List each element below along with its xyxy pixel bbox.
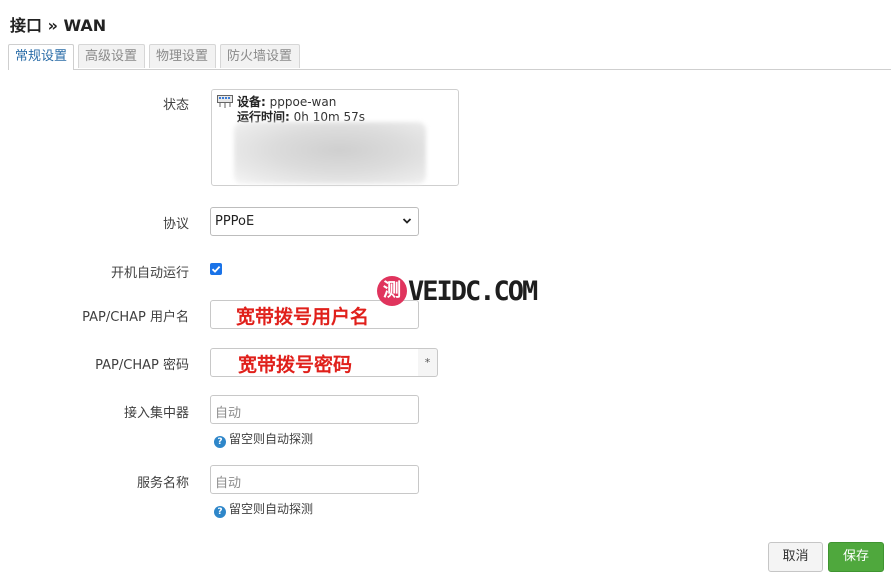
status-box: 设备: pppoe-wan 运行时间: 0h 10m 57s <box>211 89 459 186</box>
checkmark-icon <box>211 265 221 273</box>
protocol-selected-value: PPPoE <box>215 214 255 229</box>
service-input[interactable]: 自动 <box>210 465 419 494</box>
help-icon: ? <box>214 436 226 448</box>
service-hint: ? 留空则自动探测 <box>214 500 313 518</box>
password-reveal-button[interactable]: * <box>418 348 438 377</box>
service-placeholder: 自动 <box>215 476 242 491</box>
password-label: PAP/CHAP 密码 <box>95 358 189 373</box>
concentrator-input[interactable]: 自动 <box>210 395 419 424</box>
tab-advanced[interactable]: 高级设置 <box>78 44 145 68</box>
help-icon: ? <box>214 506 226 518</box>
status-device-value: pppoe-wan <box>269 95 337 109</box>
concentrator-hint: ? 留空则自动探测 <box>214 430 313 448</box>
username-overlay-text: 宽带拨号用户名 <box>236 306 370 328</box>
watermark-badge: 测 <box>377 276 407 306</box>
save-button[interactable]: 保存 <box>828 542 884 572</box>
tab-bar: 常规设置 高级设置 物理设置 防火墙设置 <box>8 44 891 70</box>
protocol-label: 协议 <box>162 217 189 232</box>
username-label: PAP/CHAP 用户名 <box>82 310 189 325</box>
status-label: 状态 <box>162 98 189 113</box>
service-hint-text: 留空则自动探测 <box>229 502 314 516</box>
concentrator-hint-text: 留空则自动探测 <box>229 432 314 446</box>
tab-physical[interactable]: 物理设置 <box>149 44 216 68</box>
chevron-down-icon <box>402 218 412 224</box>
protocol-select[interactable]: PPPoE <box>210 207 419 236</box>
tab-general[interactable]: 常规设置 <box>8 44 74 70</box>
cancel-button[interactable]: 取消 <box>768 542 823 572</box>
network-interface-icon <box>217 95 233 108</box>
service-label: 服务名称 <box>136 476 189 491</box>
autostart-label: 开机自动运行 <box>110 266 189 281</box>
password-overlay-text: 宽带拨号密码 <box>238 354 353 376</box>
watermark-text: VEIDC.COM <box>408 276 538 307</box>
autostart-checkbox[interactable] <box>210 263 222 275</box>
concentrator-placeholder: 自动 <box>215 406 242 421</box>
tab-firewall[interactable]: 防火墙设置 <box>220 44 300 68</box>
concentrator-label: 接入集中器 <box>123 406 189 421</box>
page-title: 接口 » WAN <box>10 16 107 35</box>
status-device-key: 设备: <box>237 95 266 109</box>
redacted-area <box>234 122 426 184</box>
